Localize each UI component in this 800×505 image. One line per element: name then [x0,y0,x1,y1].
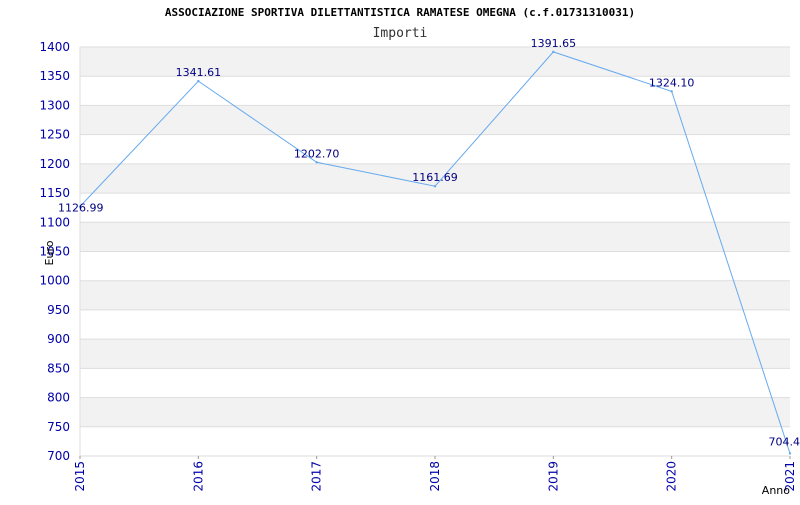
data-point [789,452,791,454]
y-tick-label: 900 [47,332,70,346]
y-tick-label: 750 [47,420,70,434]
y-tick-label: 1100 [39,215,70,229]
data-label: 1341.61 [176,66,222,79]
chart-title: ASSOCIAZIONE SPORTIVA DILETTANTISTICA RA… [165,6,635,19]
y-tick-label: 1350 [39,69,70,83]
y-tick-label: 850 [47,361,70,375]
data-label: 1161.69 [412,171,458,184]
y-tick-label: 950 [47,303,70,317]
x-tick-label: 2020 [665,461,679,492]
y-axis-label: Euro [43,240,56,265]
data-label: 1324.10 [649,76,695,89]
data-point [670,90,672,92]
x-tick-label: 2018 [428,461,442,492]
data-point [552,51,554,53]
grid-band [80,281,790,310]
y-tick-label: 700 [47,449,70,463]
x-axis-ticks: 2015201620172018201920202021 [73,456,797,492]
data-label: 1391.65 [531,37,577,50]
grid-band [80,339,790,368]
y-tick-label: 1250 [39,128,70,142]
data-point [315,161,317,163]
data-label: 1126.99 [58,202,104,215]
y-tick-label: 1400 [39,40,70,54]
chart-subtitle: Importi [373,26,428,41]
y-tick-label: 1200 [39,157,70,171]
grid-band [80,222,790,251]
x-tick-label: 2017 [310,461,324,492]
chart: ASSOCIAZIONE SPORTIVA DILETTANTISTICA RA… [0,0,800,500]
x-tick-label: 2016 [191,461,205,492]
x-tick-label: 2019 [546,461,560,492]
y-tick-label: 1150 [39,186,70,200]
background-bands [80,47,790,427]
x-tick-label: 2015 [73,461,87,492]
line-chart: ASSOCIAZIONE SPORTIVA DILETTANTISTICA RA… [0,0,800,500]
data-point [434,185,436,187]
data-point [197,80,199,82]
y-tick-label: 1300 [39,98,70,112]
y-tick-label: 1000 [39,274,70,288]
grid-band [80,398,790,427]
x-axis-label: Anno [762,484,790,497]
y-tick-label: 800 [47,391,70,405]
grid-band [80,105,790,134]
data-label: 1202.70 [294,147,340,160]
data-label: 704.4 [769,435,800,448]
